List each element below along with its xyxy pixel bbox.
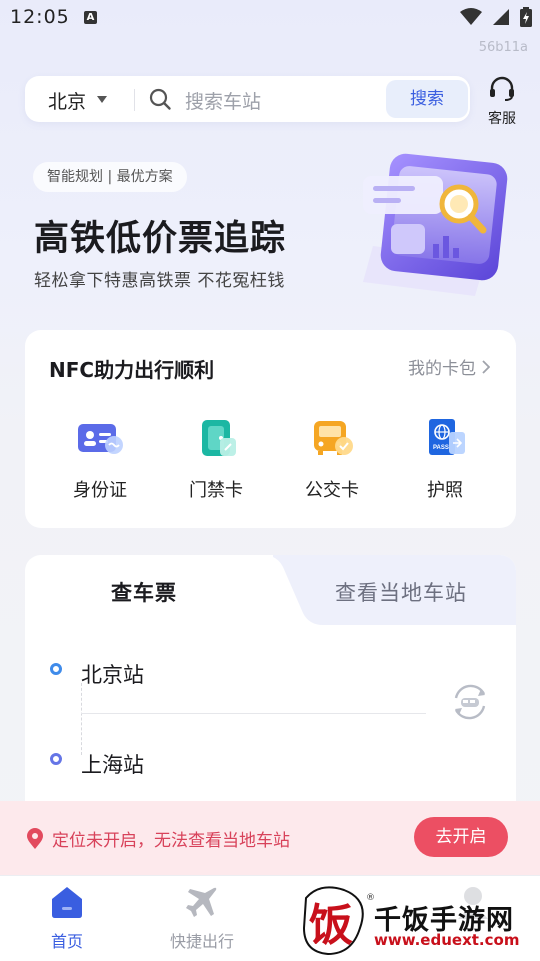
home-icon <box>52 887 82 918</box>
banner-tag: 智能规划 | 最优方案 <box>33 162 187 192</box>
search-bar: 北京 搜索车站 搜索 <box>25 76 470 122</box>
watermark-url: www.eduext.com <box>374 931 520 949</box>
search-button[interactable]: 搜索 <box>386 80 468 118</box>
nfc-item-label: 公交卡 <box>305 480 359 501</box>
passport-icon: PASS <box>429 419 465 455</box>
nfc-item-id-card[interactable]: 身份证 <box>50 418 150 502</box>
bus-card-icon <box>314 421 353 455</box>
swap-stations-icon[interactable] <box>448 680 492 724</box>
city-selector[interactable]: 北京 <box>48 87 86 114</box>
origin-station[interactable]: 北京站 <box>81 659 144 689</box>
nav-quick-travel[interactable]: 快捷出行 <box>152 883 252 952</box>
nav-home[interactable]: 首页 <box>17 883 117 952</box>
caret-down-icon[interactable] <box>97 96 107 103</box>
ticket-search-card: 查车票 查看当地车站 北京站 上海站 <box>25 555 516 835</box>
chevron-right-icon <box>482 359 490 374</box>
wifi-icon <box>460 8 482 25</box>
battery-icon <box>520 7 532 27</box>
station-divider <box>81 713 426 714</box>
nav-label: 首页 <box>50 932 83 951</box>
svg-text:PASS: PASS <box>433 445 449 451</box>
service-label: 客服 <box>488 111 516 127</box>
nfc-item-bus-card[interactable]: 公交卡 <box>282 418 382 502</box>
nfc-item-passport[interactable]: PASS 护照 <box>395 418 495 502</box>
enable-location-button[interactable]: 去开启 <box>414 817 508 857</box>
status-time: 12:05 <box>10 6 70 28</box>
destination-station[interactable]: 上海站 <box>81 749 144 779</box>
access-card-icon <box>202 420 236 456</box>
nfc-item-label: 护照 <box>427 480 463 501</box>
airplane-icon <box>186 887 217 917</box>
nfc-title: NFC助力出行顺利 <box>49 358 215 382</box>
status-icons <box>460 6 532 28</box>
origin-dot <box>50 663 62 675</box>
banner-subtitle: 轻松拿下特惠高铁票 不花冤枉钱 <box>34 271 285 291</box>
svg-text:饭: 饭 <box>309 900 353 951</box>
customer-service-button[interactable]: 客服 <box>482 76 522 128</box>
location-pin-icon <box>27 828 43 849</box>
nfc-item-label: 门禁卡 <box>189 480 243 501</box>
search-icon <box>149 88 171 110</box>
nfc-card: NFC助力出行顺利 我的卡包 身份证 门禁卡 公交卡 PASS 护照 <box>25 330 516 528</box>
route-line <box>81 683 82 755</box>
divider <box>134 89 135 111</box>
build-id: 56b11a <box>478 40 528 55</box>
id-card-icon <box>78 424 123 454</box>
nav-label: 快捷出行 <box>169 932 234 951</box>
my-wallet-link[interactable]: 我的卡包 <box>408 354 490 379</box>
nfc-item-label: 身份证 <box>73 480 127 501</box>
search-input[interactable]: 搜索车站 <box>185 87 261 114</box>
destination-dot <box>50 753 62 765</box>
status-bar: 12:05 A <box>0 0 540 36</box>
tab-local-stations[interactable]: 查看当地车站 <box>335 577 467 607</box>
nfc-item-access-card[interactable]: 门禁卡 <box>166 418 266 502</box>
location-notice-text: 定位未开启，无法查看当地车站 <box>52 831 290 851</box>
banner-title[interactable]: 高铁低价票追踪 <box>34 210 286 261</box>
headset-icon <box>490 76 514 101</box>
notification-icon: A <box>84 11 97 24</box>
wallet-link-label: 我的卡包 <box>408 359 476 379</box>
signal-icon <box>493 9 509 25</box>
tab-check-tickets[interactable]: 查车票 <box>111 577 177 607</box>
ticket-tracking-illustration <box>363 153 508 296</box>
